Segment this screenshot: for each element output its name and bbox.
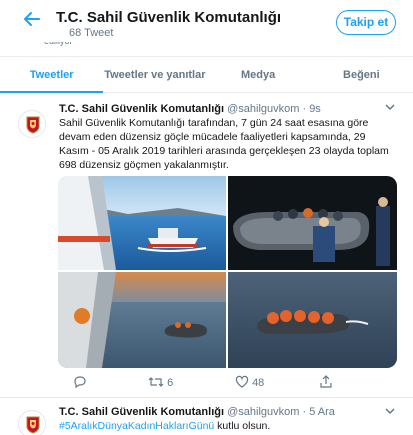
retweet-icon [148, 377, 167, 389]
tweet-media-grid [58, 176, 397, 368]
tweet-count: 68 Tweet [69, 27, 114, 39]
tab-media[interactable]: Medya [207, 60, 310, 92]
retweet-button[interactable]: 6 [148, 375, 173, 389]
tweet-header: T.C. Sahil Güvenlik Komutanlığı @sahilgu… [59, 406, 335, 418]
tweet[interactable]: T.C. Sahil Güvenlik Komutanlığı @sahilgu… [0, 398, 413, 435]
avatar[interactable] [18, 110, 46, 138]
tweet-time[interactable]: · 9s [302, 103, 320, 115]
like-count: 48 [252, 377, 265, 389]
reply-button[interactable] [73, 375, 87, 389]
author-name[interactable]: T.C. Sahil Güvenlik Komutanlığı [59, 103, 224, 115]
tweet[interactable]: T.C. Sahil Güvenlik Komutanlığı @sahilgu… [0, 94, 413, 398]
photo-coast-guard-boat[interactable] [58, 176, 226, 270]
photo-rubber-boat-sunset[interactable] [58, 272, 226, 368]
retweet-count: 6 [167, 377, 174, 389]
author-handle[interactable]: @sahilguvkom [227, 103, 299, 115]
tweet-text: Sahil Güvenlik Komutanlığı tarafından, 7… [59, 117, 389, 171]
back-arrow-icon[interactable] [22, 10, 42, 30]
tweet-time[interactable]: · 5 Ara [302, 406, 334, 418]
caret-down-icon[interactable] [385, 102, 395, 115]
tweet-text: #5AralıkDünyaKadınHaklarıGünü kutlu olsu… [59, 419, 394, 433]
photo-migrants-night[interactable] [228, 176, 397, 270]
tab-tweets[interactable]: Tweetler [0, 60, 104, 93]
avatar[interactable] [18, 410, 46, 435]
profile-title: T.C. Sahil Güvenlik Komutanlığı [56, 9, 282, 26]
divider [0, 56, 413, 57]
tweet-text-rest: kutlu olsun. [214, 420, 271, 432]
profile-tabs: Tweetler Tweetler ve yanıtlar Medya Beğe… [0, 60, 413, 93]
author-handle[interactable]: @sahilguvkom [227, 406, 299, 418]
profile-header: T.C. Sahil Güvenlik Komutanlığı 68 Tweet… [0, 0, 413, 42]
share-button[interactable] [319, 375, 333, 389]
tab-tweets-and-replies[interactable]: Tweetler ve yanıtlar [103, 60, 206, 92]
hashtag-link[interactable]: #5AralıkDünyaKadınHaklarıGünü [59, 420, 214, 432]
share-icon [319, 375, 333, 389]
caret-down-icon[interactable] [385, 406, 395, 419]
tweet-header: T.C. Sahil Güvenlik Komutanlığı @sahilgu… [59, 103, 321, 115]
reply-icon [73, 376, 87, 389]
tab-likes[interactable]: Beğeni [310, 60, 413, 92]
photo-migrants-raft[interactable] [228, 272, 397, 368]
like-button[interactable]: 48 [235, 375, 264, 389]
follow-button[interactable]: Takip et [336, 10, 396, 35]
tweet-actions: 6 48 [59, 375, 359, 393]
author-name[interactable]: T.C. Sahil Güvenlik Komutanlığı [59, 406, 224, 418]
like-icon [235, 375, 252, 389]
